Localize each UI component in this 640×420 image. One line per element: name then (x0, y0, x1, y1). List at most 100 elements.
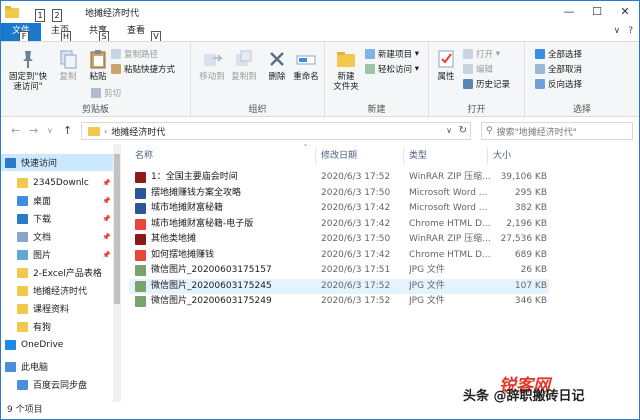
nav-item[interactable]: 图片 📌 (1, 246, 117, 263)
file-size: 107 KB (514, 280, 547, 291)
nav-pane-scrollbar[interactable] (113, 144, 121, 402)
column-header-date[interactable]: 修改日期 (321, 148, 357, 164)
back-button[interactable]: ← (11, 124, 20, 137)
file-row[interactable]: 城市地摊财富秘籍-电子版 2020/6/3 17:42 Chrome HTML D.… (129, 217, 549, 232)
new-item-button[interactable]: 新建项目 ▾ (365, 48, 419, 60)
nav-item[interactable]: 课程资料 (1, 300, 117, 317)
file-name: 1：全国主要庙会时间 (151, 172, 238, 182)
column-header-size[interactable]: 大小 (493, 148, 511, 164)
nav-item[interactable]: 下载 📌 (1, 210, 117, 227)
paste-button[interactable]: 粘贴 (85, 48, 111, 82)
file-size: 2,196 KB (506, 218, 547, 229)
copy-path-button[interactable]: 复制路径 (111, 48, 158, 60)
nav-item[interactable]: 文档 📌 (1, 228, 117, 245)
file-type-icon (135, 218, 146, 230)
new-folder-button[interactable]: 新建 文件夹 (329, 48, 363, 92)
minimize-button[interactable]: — (555, 1, 583, 23)
file-row[interactable]: 微信图片_20200603175157 2020/6/3 17:51 JPG 文件 2… (129, 263, 549, 278)
file-size: 689 KB (514, 249, 547, 260)
nav-item-label: 2-Excel产品表格 (33, 269, 102, 279)
invert-selection-label: 反向选择 (548, 80, 583, 90)
file-date: 2020/6/3 17:51 (321, 265, 391, 275)
file-type-icon (135, 296, 146, 307)
search-placeholder: 搜索"地摊经济时代" (496, 127, 577, 138)
column-header-type[interactable]: 类型 (409, 148, 427, 164)
invert-selection-button[interactable]: 反向选择 (535, 78, 582, 90)
file-type: JPG 文件 (409, 280, 445, 291)
file-row[interactable]: 1：全国主要庙会时间 2020/6/3 17:52 WinRAR ZIP 压缩...… (129, 170, 549, 185)
file-row[interactable]: 摆地摊赚钱方案全攻略 2020/6/3 17:50 Microsoft Word .… (129, 186, 549, 201)
file-date: 2020/6/3 17:50 (321, 187, 391, 198)
help-icon[interactable]: ? (628, 26, 633, 36)
item-count: 9 个项目 (7, 405, 43, 415)
column-separator[interactable] (403, 148, 404, 164)
scrollbar-thumb[interactable] (114, 154, 120, 304)
select-none-button[interactable]: 全部取消 (535, 63, 582, 75)
nav-item[interactable]: 桌面 📌 (1, 192, 117, 209)
tab-view[interactable]: 查看 (117, 23, 155, 41)
edit-icon (463, 64, 473, 74)
nav-item[interactable]: 有狗 (1, 318, 117, 335)
cut-button[interactable]: 剪切 (91, 87, 121, 99)
quick-access-key-2[interactable]: 2 (52, 9, 62, 22)
rename-button[interactable]: 重命名 (291, 48, 321, 82)
refresh-icon[interactable]: ↻ (459, 125, 467, 136)
pin-quick-access-button[interactable]: 固定到"快 速访问" (7, 48, 49, 92)
nav-item[interactable]: 此电脑 (1, 358, 117, 375)
folder-icon (17, 231, 28, 242)
column-separator[interactable] (487, 148, 488, 164)
file-row[interactable]: 其他类地摊 2020/6/3 17:50 WinRAR ZIP 压缩... 27,53… (129, 232, 549, 247)
paste-shortcut-button[interactable]: 粘贴快捷方式 (111, 63, 175, 75)
nav-item[interactable]: 2345Downlc 📌 (1, 174, 117, 191)
close-button[interactable]: ✕ (611, 1, 639, 23)
recent-locations-button[interactable]: ∨ (47, 126, 53, 135)
search-box[interactable]: ⚲ 搜索"地摊经济时代" (481, 122, 633, 140)
file-row[interactable]: 微信图片_20200603175245 2020/6/3 17:52 JPG 文件 1… (129, 278, 549, 294)
file-row[interactable]: 城市地摊财富秘籍 2020/6/3 17:42 Microsoft Word ...… (129, 201, 549, 216)
copy-to-button[interactable]: 复制到 (229, 48, 259, 82)
open-button[interactable]: 打开 ▾ (463, 48, 500, 60)
file-size: 346 KB (514, 296, 547, 306)
select-group-label: 选择 (572, 105, 591, 115)
nav-item-label: 课程资料 (33, 305, 70, 315)
select-all-button[interactable]: 全部选择 (535, 48, 582, 60)
folder-icon (17, 267, 28, 278)
file-type-icon (135, 187, 146, 199)
file-row[interactable]: 如何摆地摊赚钱 2020/6/3 17:42 Chrome HTML D... 689… (129, 248, 549, 263)
history-button[interactable]: 历史记录 (463, 78, 510, 90)
move-to-button[interactable]: 移动到 (197, 48, 227, 82)
easy-access-button[interactable]: 轻松访问 ▾ (365, 63, 419, 75)
window-title: 地摊经济时代 (85, 9, 140, 19)
breadcrumb[interactable]: 地摊经济时代 (111, 125, 165, 138)
window-controls: — ☐ ✕ (555, 1, 639, 23)
maximize-button[interactable]: ☐ (583, 1, 611, 23)
nav-item[interactable]: OneDrive (1, 336, 117, 353)
edit-label: 编辑 (476, 65, 494, 75)
nav-item-label: 此电脑 (21, 363, 49, 373)
collapse-ribbon-button[interactable]: ∨ (614, 26, 621, 36)
delete-button[interactable]: 删除 (265, 48, 289, 82)
column-separator[interactable] (315, 148, 316, 164)
nav-item[interactable]: 地摊经济时代 (1, 282, 117, 299)
chevron-down-icon[interactable]: ∨ (446, 126, 452, 135)
file-row[interactable]: 微信图片_20200603175249 2020/6/3 17:52 JPG 文件 3… (129, 294, 549, 309)
nav-item[interactable]: 2-Excel产品表格 (1, 264, 117, 281)
column-header-name[interactable]: 名称 (135, 148, 153, 164)
copy-button[interactable]: 复制 (55, 48, 81, 82)
open-group-label: 打开 (467, 105, 486, 115)
nav-item-label: 文档 (33, 233, 52, 243)
properties-button[interactable]: 属性 (433, 48, 459, 82)
address-bar[interactable]: › 地摊经济时代 ∨ ↻ (81, 122, 471, 140)
organize-group: 移动到 复制到 删除 重命名 组织 (191, 42, 325, 118)
navigation-pane: 快速访问 2345Downlc 📌 桌面 📌 下载 📌 文档 📌 图片 📌 2-Excel产品表格地摊… (1, 144, 121, 402)
nav-item[interactable]: 百度云同步盘 (1, 376, 117, 393)
up-button[interactable]: ↑ (63, 124, 72, 137)
edit-button[interactable]: 编辑 (463, 63, 493, 75)
nav-item[interactable]: 快速访问 (1, 154, 117, 171)
title-bar: 1 2 地摊经济时代 — ☐ ✕ (1, 1, 639, 23)
easy-access-icon (365, 64, 375, 74)
quick-access-key-1[interactable]: 1 (35, 9, 45, 22)
forward-button[interactable]: → (29, 124, 38, 137)
chevron-right-icon: › (104, 126, 108, 136)
tab-home[interactable]: 主页 (41, 23, 79, 41)
